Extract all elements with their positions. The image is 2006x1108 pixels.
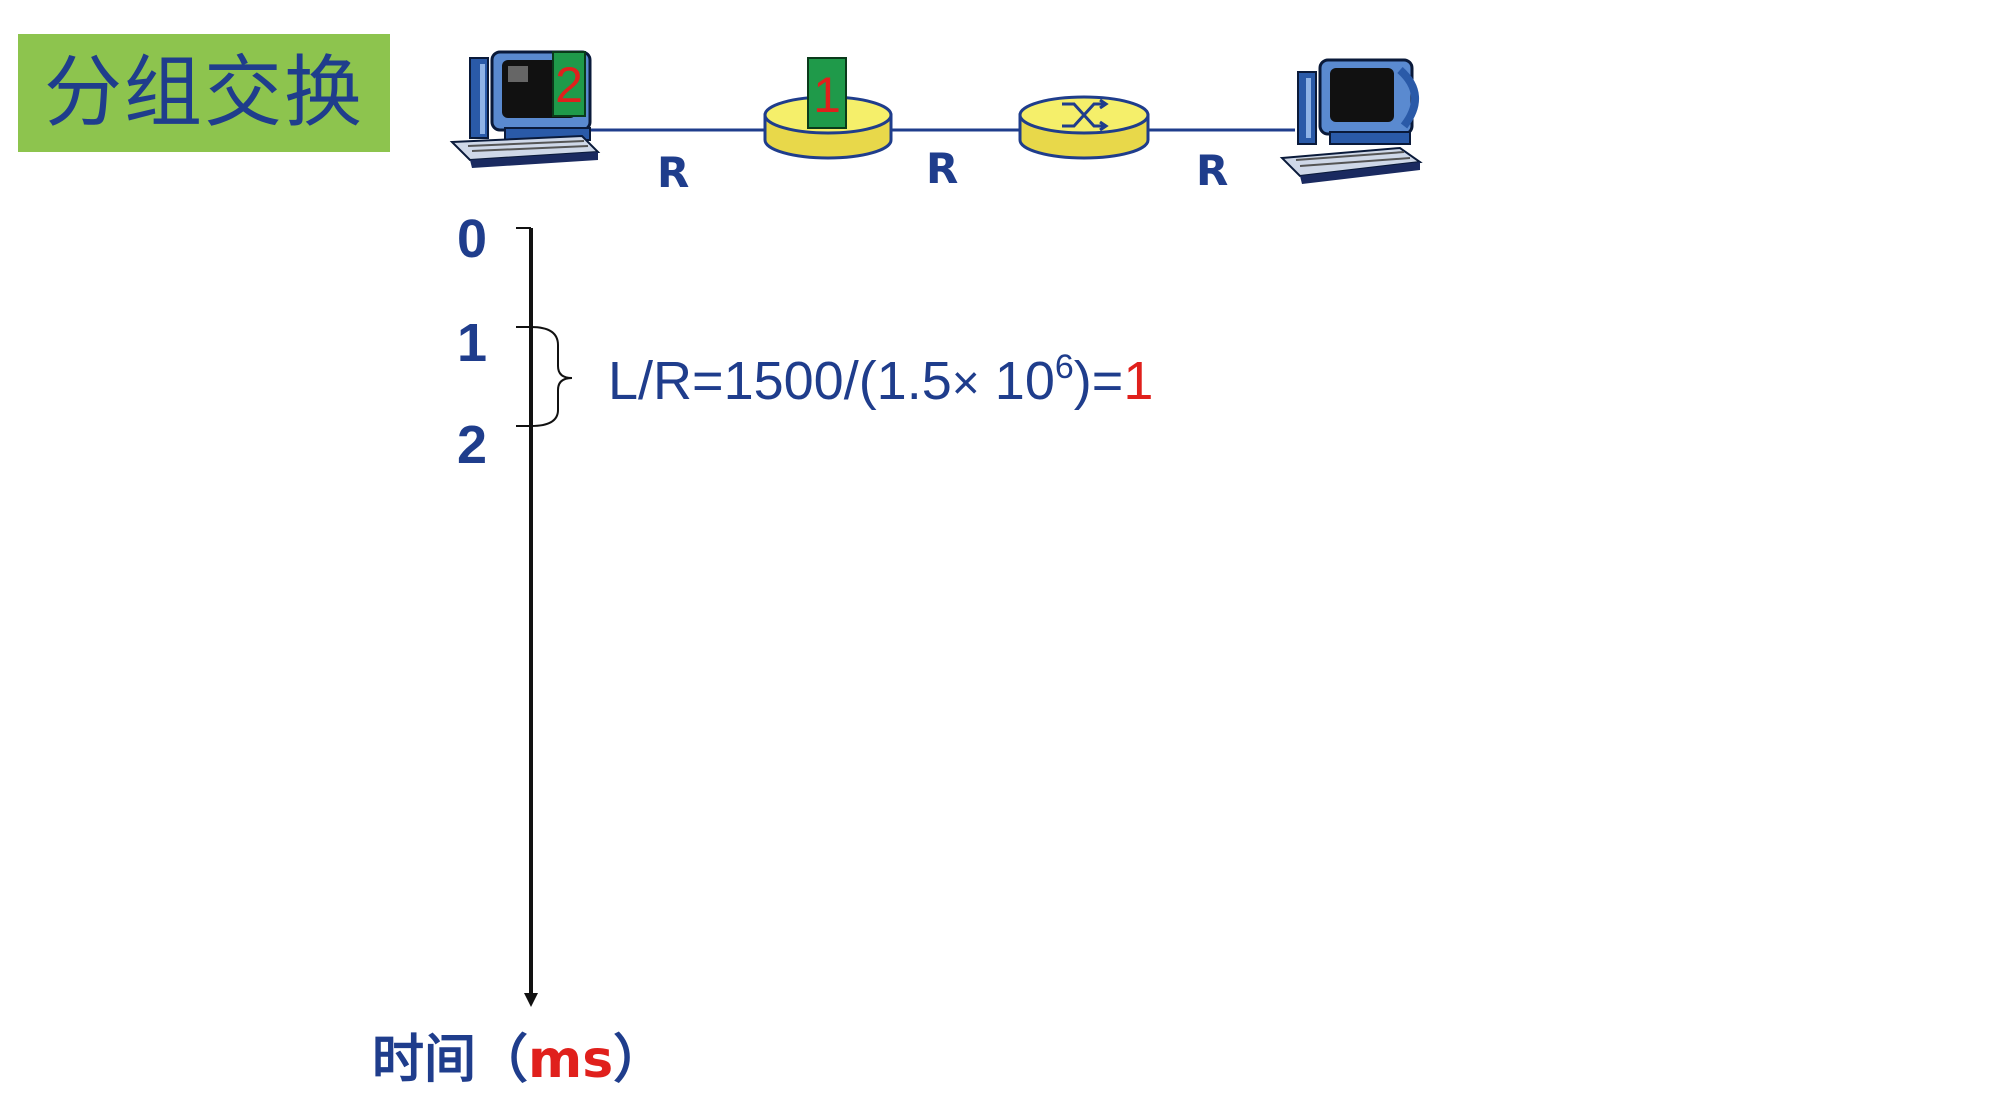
link-2-rate-label: R (926, 144, 959, 193)
destination-computer-icon (1279, 58, 1423, 184)
interval-brace (530, 326, 573, 427)
time-axis-label-prefix: 时间（ (372, 1030, 529, 1090)
link-1-rate-label: R (657, 148, 690, 197)
formula-base: 10 (979, 351, 1055, 411)
timeline-axis (516, 227, 573, 1007)
network-diagram (449, 50, 1423, 1007)
packet-1-label: 1 (813, 67, 841, 123)
formula-prefix: L/R=1500/(1.5 (608, 351, 952, 411)
router-2-icon (1018, 95, 1150, 160)
tick-label-0: 0 (457, 209, 488, 269)
formula-times-sign: × (951, 357, 980, 410)
formula-result: 1 (1123, 351, 1154, 411)
packet-2-label: 2 (555, 57, 583, 113)
time-axis-unit: ms (528, 1030, 614, 1090)
link-3-rate-label: R (1196, 146, 1229, 195)
time-axis-label: 时间（ms） (372, 1034, 665, 1086)
time-axis-label-suffix: ） (613, 1030, 666, 1090)
formula-exponent: 6 (1054, 348, 1074, 386)
tick-label-1: 1 (457, 313, 488, 373)
formula-suffix: )= (1073, 351, 1124, 411)
tick-label-2: 2 (457, 415, 488, 475)
transmission-delay-formula: L/R=1500/(1.5× 106)=1 (608, 350, 1154, 411)
